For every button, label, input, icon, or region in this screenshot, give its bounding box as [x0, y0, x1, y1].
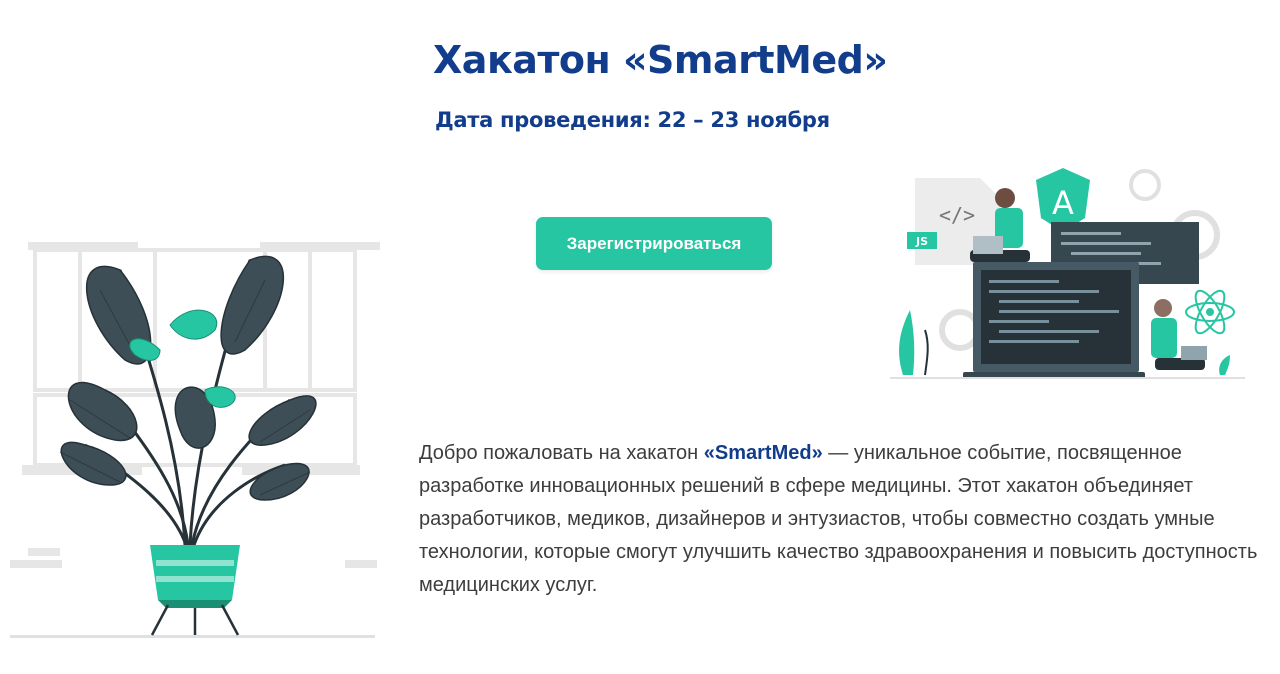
register-button[interactable]: Зарегистрироваться [536, 217, 772, 270]
intro-text-start: Добро пожаловать на хакатон [419, 442, 704, 464]
svg-text:JS: JS [915, 235, 928, 248]
svg-text:A: A [1052, 184, 1074, 222]
leaf [220, 255, 284, 355]
svg-text:</>: </> [939, 203, 975, 227]
event-date: Дата проведения: 22 – 23 ноября [435, 108, 830, 132]
plant-illustration [10, 242, 380, 638]
leaf [60, 441, 127, 486]
leaf [248, 395, 317, 446]
page-title: Хакатон «SmartMed» [433, 38, 888, 82]
leaf-green [169, 309, 218, 340]
intro-brand: «SmartMed» [703, 442, 823, 464]
plant-pot [150, 545, 240, 636]
intro-text-rest: — уникальное событие, посвященное разраб… [419, 442, 1258, 596]
intro-paragraph: Добро пожаловать на хакатон «SmartMed» —… [419, 437, 1259, 602]
react-atom-icon [1185, 289, 1235, 335]
developers-illustration: </> JS A [890, 168, 1245, 379]
